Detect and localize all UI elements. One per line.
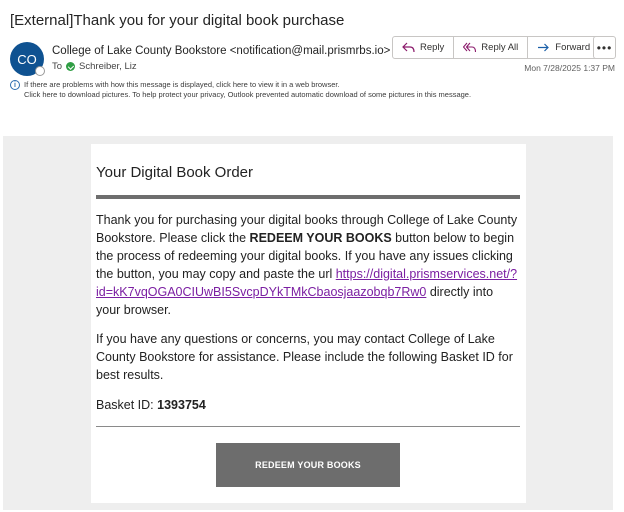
reply-icon <box>402 42 415 53</box>
basket-id-line: Basket ID: 1393754 <box>96 398 206 412</box>
email-subject: [External]Thank you for your digital boo… <box>10 12 345 29</box>
forward-icon <box>538 43 550 52</box>
basket-id-label: Basket ID: <box>96 398 158 412</box>
title-divider <box>96 195 520 199</box>
contact-paragraph: If you have any questions or concerns, y… <box>96 332 513 382</box>
info-icon: i <box>10 80 20 90</box>
sender-address[interactable]: College of Lake County Bookstore <notifi… <box>52 45 390 57</box>
verified-check-icon <box>66 62 76 71</box>
forward-button[interactable]: Forward <box>528 37 599 58</box>
basket-divider <box>96 426 520 427</box>
reply-all-button[interactable]: Reply All <box>454 37 529 58</box>
reply-button[interactable]: Reply <box>393 37 455 58</box>
message-actions-toolbar: Reply Reply All Forward <box>392 36 601 59</box>
download-pictures-notice[interactable]: Click here to download pictures. To help… <box>24 90 471 99</box>
reply-label: Reply <box>420 42 445 53</box>
reply-all-label: Reply All <box>481 42 519 53</box>
redeem-books-button[interactable]: REDEEM YOUR BOOKS <box>216 443 400 487</box>
order-message-paragraph: Thank you for purchasing your digital bo… <box>96 213 518 317</box>
order-title: Your Digital Book Order <box>96 164 254 181</box>
forward-label: Forward <box>555 42 591 53</box>
to-label: To <box>52 61 63 72</box>
recipient-row: To Schreiber, Liz <box>52 61 137 72</box>
basket-id-value: 1393754 <box>157 398 206 412</box>
reply-all-icon <box>463 42 477 53</box>
redeem-emphasis: REDEEM YOUR BOOKS <box>249 231 392 245</box>
view-in-browser-notice[interactable]: If there are problems with how this mess… <box>24 80 340 89</box>
received-date: Mon 7/28/2025 1:37 PM <box>524 63 615 73</box>
recipient-name[interactable]: Schreiber, Liz <box>79 61 137 72</box>
presence-status-icon <box>35 66 45 76</box>
more-actions-button[interactable]: ••• <box>593 36 616 59</box>
